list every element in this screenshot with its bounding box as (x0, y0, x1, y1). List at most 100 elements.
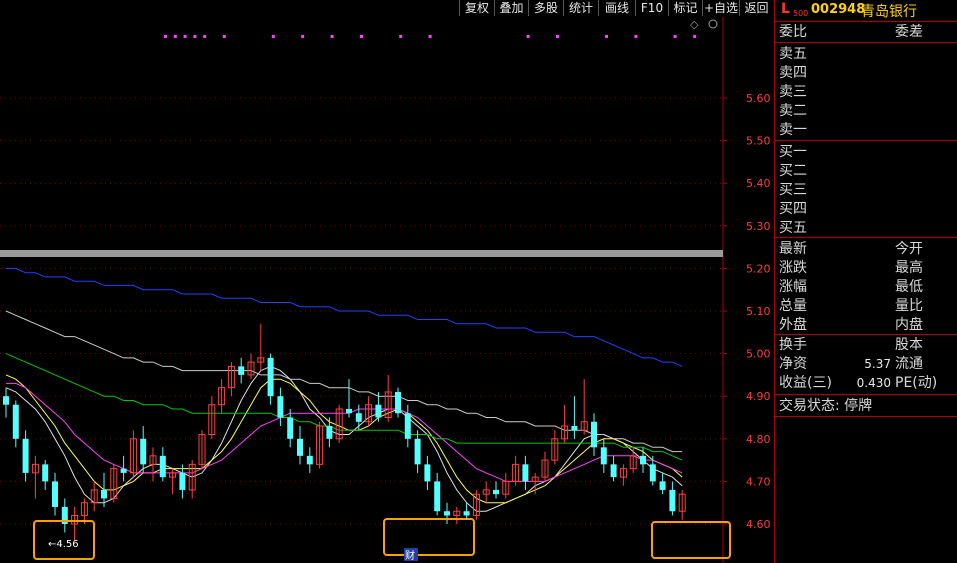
candle[interactable] (659, 472, 666, 495)
candle[interactable] (42, 460, 49, 490)
candle[interactable] (52, 472, 58, 516)
candle[interactable] (179, 464, 186, 499)
candle[interactable] (502, 472, 510, 499)
candle[interactable] (159, 447, 166, 482)
candle[interactable] (316, 421, 324, 469)
logo-l: L (781, 1, 790, 17)
candle[interactable] (434, 472, 441, 516)
candle-body (101, 489, 107, 499)
stat-label-right: 流通 (895, 356, 923, 372)
candle[interactable] (482, 481, 490, 503)
candle[interactable] (472, 489, 480, 520)
candle[interactable] (326, 417, 333, 448)
stock-name[interactable]: 青岛银行 (861, 1, 917, 21)
candle[interactable] (198, 430, 206, 469)
toolbar-button-5[interactable]: F10 (635, 0, 668, 16)
y-tick-label: 4.80 (746, 433, 771, 446)
toolbar-button-8[interactable]: 返回 (739, 0, 773, 16)
candle[interactable] (22, 430, 29, 482)
candle[interactable] (424, 455, 431, 490)
candle[interactable] (669, 481, 676, 516)
candle[interactable] (541, 451, 549, 482)
candle[interactable] (404, 404, 411, 448)
diamond-icon[interactable]: ◇ (690, 18, 699, 31)
candle[interactable] (551, 430, 559, 465)
signal-marker (526, 35, 530, 38)
candle[interactable] (571, 396, 578, 439)
candle-body (571, 426, 578, 431)
candle[interactable] (306, 447, 313, 473)
order-ratio-label: 委比 (779, 24, 807, 40)
candle[interactable] (591, 413, 597, 456)
candle[interactable] (188, 460, 196, 499)
candle-body (434, 481, 441, 512)
candle[interactable] (110, 464, 118, 503)
candle[interactable] (287, 408, 294, 448)
candle[interactable] (71, 506, 79, 542)
candle-body (522, 464, 529, 482)
candle[interactable] (522, 455, 529, 490)
candle[interactable] (629, 447, 637, 473)
settings-circle-icon[interactable] (708, 19, 718, 29)
candle[interactable] (208, 396, 216, 439)
candle[interactable] (12, 400, 19, 448)
toolbar-button-6[interactable]: 标记 (668, 0, 702, 16)
candle[interactable] (346, 379, 352, 418)
trade-status: 交易状态: 停牌 (779, 398, 873, 414)
stock-code[interactable]: 002948 (811, 2, 865, 17)
candle[interactable] (414, 430, 421, 473)
candle[interactable] (384, 374, 392, 422)
candle[interactable] (120, 455, 127, 482)
candle[interactable] (395, 387, 401, 418)
candle[interactable] (129, 430, 137, 478)
candle[interactable] (335, 404, 343, 444)
candle[interactable] (277, 387, 284, 427)
candle[interactable] (444, 502, 450, 524)
candle[interactable] (365, 396, 373, 427)
sell-level-4: 卖二 (779, 103, 807, 119)
candle[interactable] (493, 481, 499, 499)
candle[interactable] (580, 379, 588, 435)
candle[interactable] (463, 502, 470, 520)
candle[interactable] (218, 379, 226, 414)
candle[interactable] (512, 455, 520, 486)
candle-body (600, 447, 607, 465)
candle[interactable] (600, 438, 607, 473)
signal-marker (173, 35, 177, 38)
candle[interactable] (267, 353, 274, 405)
candle[interactable] (619, 464, 627, 486)
candle[interactable] (140, 426, 147, 473)
quote-summary: 最新 今开 涨跌 最高 涨幅 最低 总量 量比 外盘 内盘 (775, 238, 957, 335)
candle[interactable] (3, 387, 9, 418)
toolbar-button-2[interactable]: 多股 (528, 0, 563, 16)
candle[interactable] (678, 489, 686, 520)
toolbar-button-1[interactable]: 叠加 (494, 0, 528, 16)
candle[interactable] (90, 481, 98, 512)
candlestick-chart[interactable]: 5.60 5.50 5.40 5.30 5.20 5.10 5.00 4.90 4.80 4.70… (0, 17, 774, 563)
candle[interactable] (149, 447, 157, 482)
candle[interactable] (61, 498, 68, 533)
buy-orders: 买一 买二 买三 买四 买五 (775, 141, 957, 238)
candle[interactable] (257, 323, 265, 371)
quote-label-left: 外盘 (779, 317, 807, 333)
moving-average-line-5 (6, 267, 683, 367)
candle-body (395, 391, 401, 414)
candle[interactable] (227, 362, 235, 397)
candle[interactable] (610, 455, 617, 482)
candle[interactable] (453, 506, 461, 524)
candle[interactable] (31, 455, 39, 499)
toolbar-button-4[interactable]: 画线 (598, 0, 635, 16)
signal-marker (330, 35, 334, 38)
candle[interactable] (238, 357, 245, 384)
toolbar-button-7[interactable]: +自选 (702, 0, 739, 16)
candle[interactable] (247, 353, 255, 380)
candle[interactable] (561, 404, 569, 444)
candle-body (140, 438, 147, 465)
candle-body (375, 404, 382, 418)
y-tick-label: 5.10 (746, 305, 771, 318)
candle-body (355, 413, 362, 422)
finance-marker[interactable]: 财 (405, 549, 415, 562)
toolbar-button-3[interactable]: 统计 (563, 0, 598, 16)
candle[interactable] (297, 426, 303, 465)
toolbar-button-0[interactable]: 复权 (459, 0, 494, 16)
